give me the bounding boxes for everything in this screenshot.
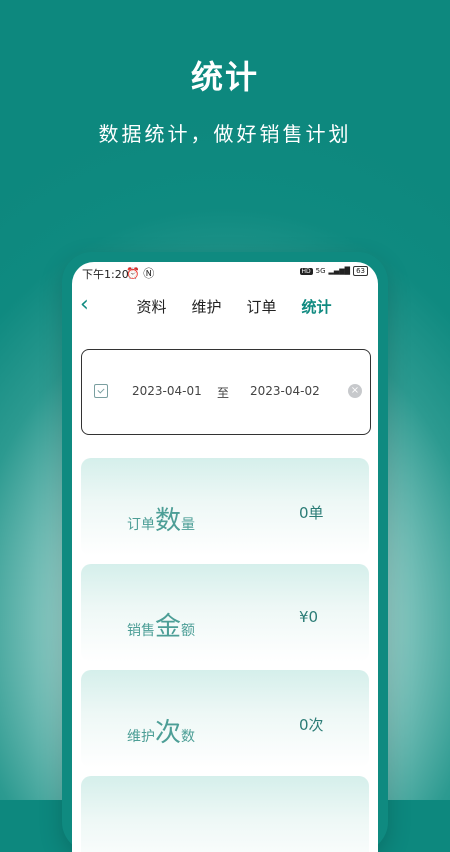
tab-profile[interactable]: 资料 bbox=[124, 296, 179, 317]
stat-label: 维护次数 bbox=[127, 718, 196, 748]
tab-maintenance[interactable]: 维护 bbox=[179, 296, 234, 317]
start-date[interactable]: 2023-04-01 bbox=[132, 384, 202, 398]
stat-card-order-count: 订单数量 0单 bbox=[81, 458, 369, 556]
stat-card-partial bbox=[81, 776, 369, 852]
nav-bar: ‹ 资料 维护 订单 统计 bbox=[72, 292, 378, 322]
promo-title: 统计 bbox=[190, 58, 259, 96]
status-bar: 下午1:20 ⏰ Ⓝ HD 5G ▂▄▆█ 63 bbox=[72, 262, 378, 284]
network-label: 5G bbox=[315, 267, 326, 275]
nav-tabs: 资料 维护 订单 统计 bbox=[124, 296, 344, 317]
end-date[interactable]: 2023-04-02 bbox=[250, 384, 320, 398]
back-icon[interactable]: ‹ bbox=[80, 293, 89, 317]
status-left-icons: ⏰ Ⓝ bbox=[126, 267, 155, 280]
stat-label: 订单数量 bbox=[127, 506, 196, 536]
stat-value: 0次 bbox=[299, 716, 324, 734]
date-separator: 至 bbox=[217, 386, 230, 400]
tab-orders[interactable]: 订单 bbox=[234, 296, 289, 317]
promo-subtitle: 数据统计，做好销售计划 bbox=[98, 122, 352, 146]
stat-card-maintenance-count: 维护次数 0次 bbox=[81, 670, 369, 768]
phone-screen: 下午1:20 ⏰ Ⓝ HD 5G ▂▄▆█ 63 ‹ 资料 维护 订单 统计 2… bbox=[72, 262, 378, 852]
stat-value: ¥0 bbox=[299, 608, 319, 626]
status-time: 下午1:20 bbox=[82, 268, 129, 281]
stat-value: 0单 bbox=[299, 504, 324, 522]
phone-frame: 下午1:20 ⏰ Ⓝ HD 5G ▂▄▆█ 63 ‹ 资料 维护 订单 统计 2… bbox=[62, 252, 388, 852]
stat-card-sales-amount: 销售金额 ¥0 bbox=[81, 564, 369, 662]
date-range-picker[interactable]: 2023-04-01 至 2023-04-02 × bbox=[81, 349, 371, 435]
calendar-icon bbox=[94, 384, 108, 398]
hd-icon: HD bbox=[299, 267, 313, 275]
clear-icon[interactable]: × bbox=[348, 384, 362, 398]
status-right-icons: HD 5G ▂▄▆█ 63 bbox=[299, 266, 368, 276]
signal-icon: ▂▄▆█ bbox=[328, 267, 351, 275]
stat-label: 销售金额 bbox=[127, 612, 196, 642]
tab-statistics[interactable]: 统计 bbox=[289, 296, 344, 317]
battery-icon: 63 bbox=[353, 266, 368, 276]
